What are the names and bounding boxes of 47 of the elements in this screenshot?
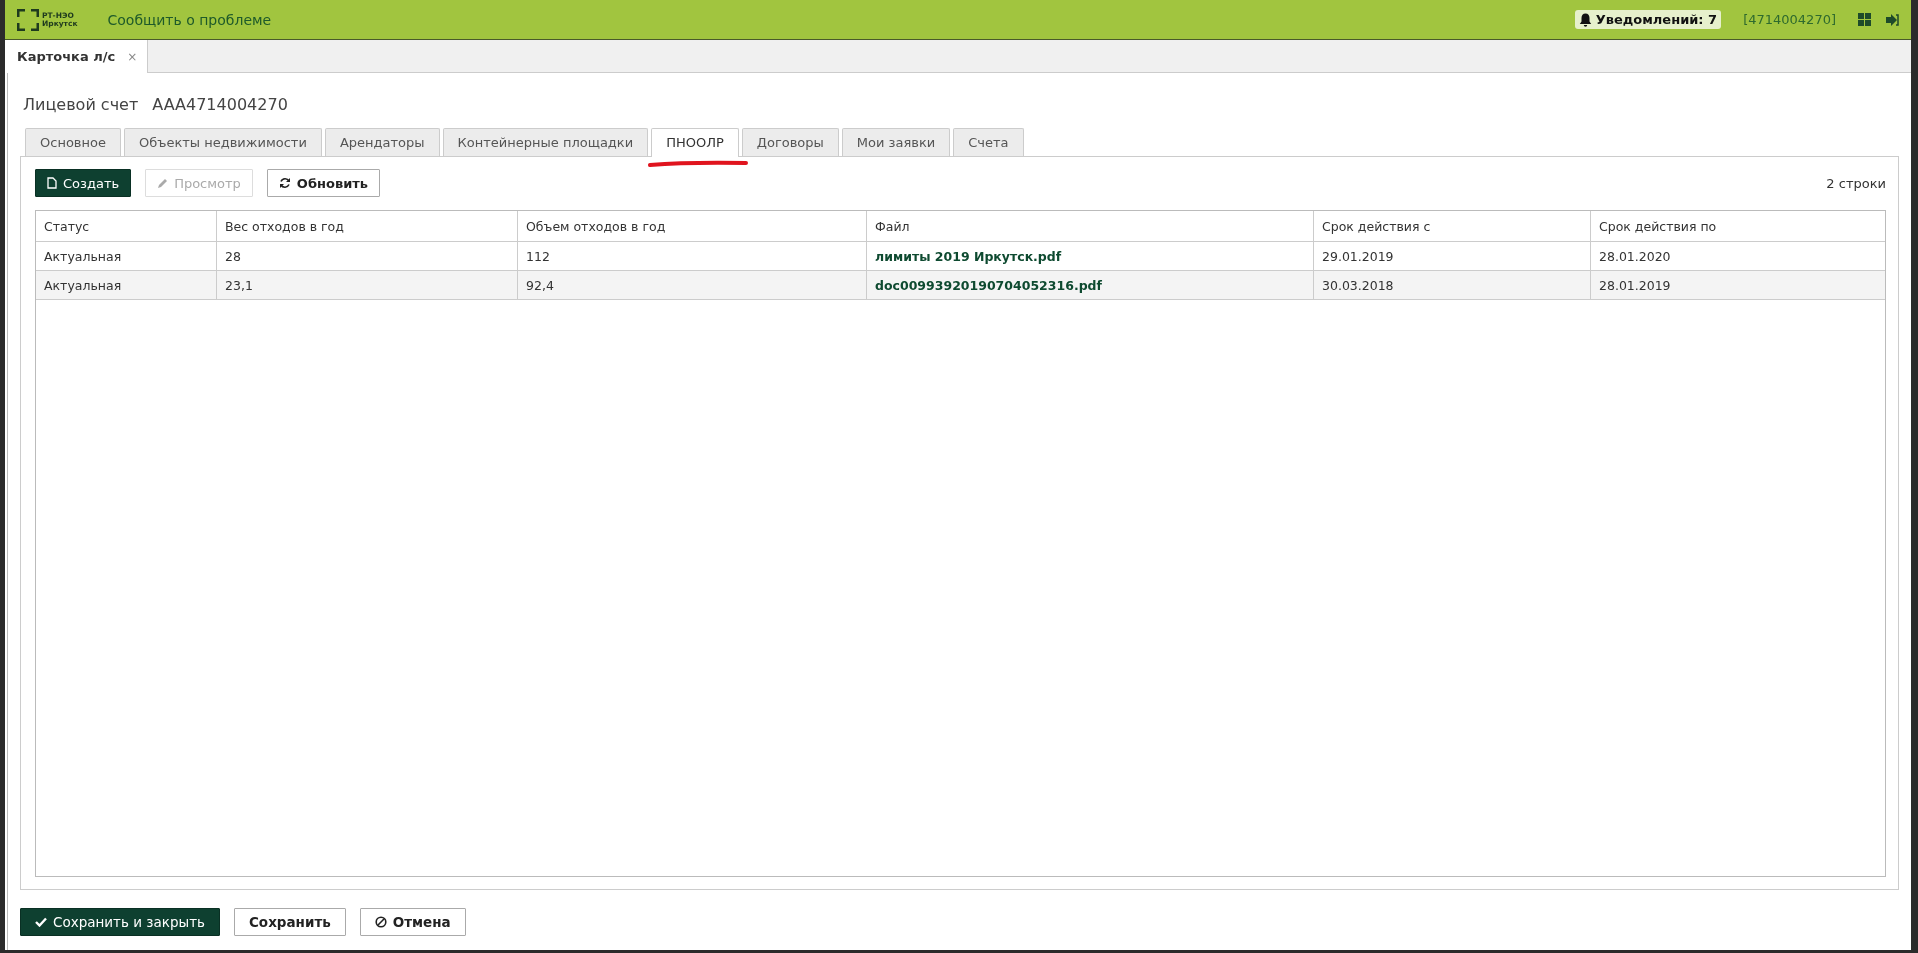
close-icon[interactable]: × xyxy=(127,49,138,64)
create-button[interactable]: Создать xyxy=(35,169,132,197)
table-cell: 112 xyxy=(518,242,867,270)
notifications-button[interactable]: Уведомлений: 7 xyxy=(1574,10,1722,29)
tab[interactable]: Арендаторы xyxy=(324,128,440,156)
document-tab[interactable]: Карточка л/с × xyxy=(5,40,149,73)
column-header[interactable]: Статус xyxy=(36,211,217,241)
logout-icon[interactable] xyxy=(1885,13,1899,26)
logo-icon xyxy=(17,8,39,31)
table-cell: 23,1 xyxy=(217,271,518,299)
save-button[interactable]: Сохранить xyxy=(233,908,346,936)
tab[interactable]: Договоры xyxy=(741,128,839,156)
file-link[interactable]: doc00993920190704052316.pdf xyxy=(875,277,1102,293)
table-cell: 28 xyxy=(217,242,518,270)
refresh-icon xyxy=(278,177,291,189)
table-cell-text: 28.01.2020 xyxy=(1598,247,1672,266)
cancel-button[interactable]: Отмена xyxy=(359,908,466,936)
table-cell: 30.03.2018 xyxy=(1314,271,1591,299)
tab[interactable]: Основное xyxy=(25,128,121,156)
table-cell: Актуальная xyxy=(36,242,217,270)
tab[interactable]: Контейнерные площадки xyxy=(442,128,649,156)
grid-icon[interactable] xyxy=(1858,13,1871,26)
tab[interactable]: Мои заявки xyxy=(841,128,951,156)
account-id: AAA4714004270 xyxy=(152,95,288,114)
table-cell-text: 28.01.2019 xyxy=(1598,276,1672,295)
column-header[interactable]: Файл xyxy=(867,211,1314,241)
file-link[interactable]: лимиты 2019 Иркутск.pdf xyxy=(875,248,1062,264)
column-header[interactable]: Вес отходов в год xyxy=(217,211,518,241)
pencil-icon xyxy=(157,177,169,189)
column-header[interactable]: Срок действия с xyxy=(1314,211,1591,241)
cancel-icon xyxy=(374,916,387,928)
column-header[interactable]: Объем отходов в год xyxy=(518,211,867,241)
column-header[interactable]: Срок действия по xyxy=(1591,211,1885,241)
refresh-button[interactable]: Обновить xyxy=(266,169,380,197)
row-count: 2 строки xyxy=(1826,175,1886,191)
table-cell: 92,4 xyxy=(518,271,867,299)
document-icon xyxy=(47,177,57,189)
tab[interactable]: ПНООЛР xyxy=(651,128,739,157)
table-cell: 29.01.2019 xyxy=(1314,242,1591,270)
report-problem-link[interactable]: Сообщить о проблеме xyxy=(107,11,272,28)
bell-icon xyxy=(1578,12,1592,27)
tab[interactable]: Счета xyxy=(953,128,1024,156)
tab[interactable]: Объекты недвижимости xyxy=(123,128,322,156)
page-title: Лицевой счет xyxy=(23,95,139,114)
save-and-close-button[interactable]: Сохранить и закрыть xyxy=(20,908,220,936)
table-cell: Актуальная xyxy=(36,271,217,299)
check-icon xyxy=(35,917,47,927)
